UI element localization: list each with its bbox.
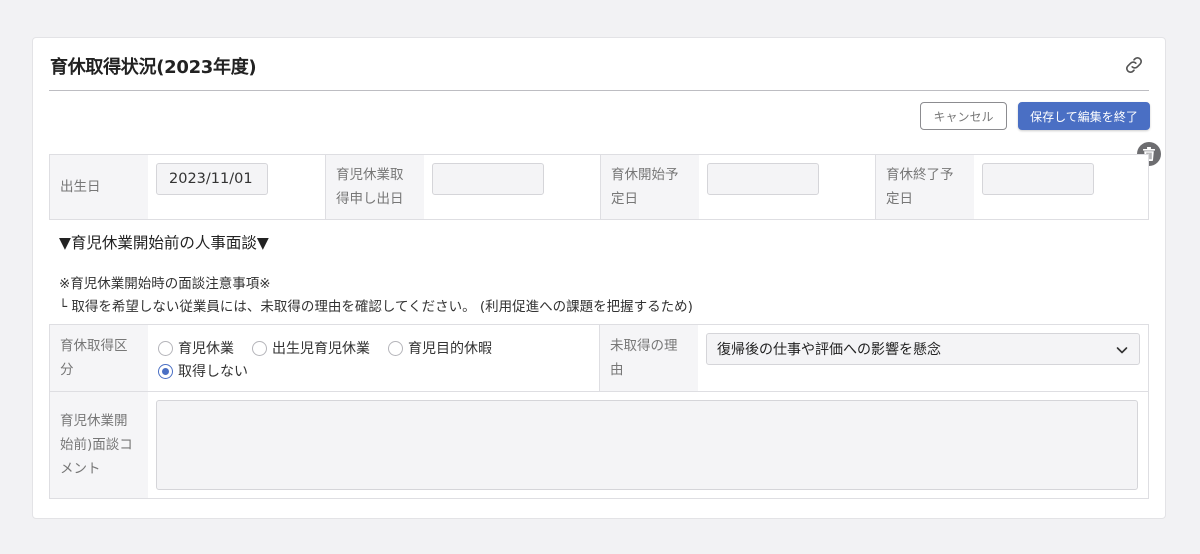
interview-note-body: └ 取得を希望しない従業員には、未取得の理由を確認してください。 (利用促進への… [59,299,693,315]
leave-type-label: 育休取得区分 [50,325,148,391]
comment-row: 育児休業開始前)面談コメント [49,391,1149,499]
interview-heading: ▼育児休業開始前の人事面談▼ [59,234,269,252]
end-date-label: 育休終了予定日 [875,155,974,219]
chevron-down-icon [1116,347,1128,354]
leave-type-row: 育休取得区分 育児休業 出生児育児休業 育児目的休暇 取得しない 未取得の理由 … [49,324,1149,392]
request-date-input[interactable] [432,163,544,195]
radio-circle[interactable] [158,340,173,356]
leave-type-radio-group: 育児休業 出生児育児休業 育児目的休暇 取得しない [148,325,599,391]
comment-label: 育児休業開始前)面談コメント [50,392,148,498]
cancel-button[interactable]: キャンセル [920,102,1007,130]
end-date-input[interactable] [982,163,1094,195]
reason-label: 未取得の理由 [599,325,698,391]
save-and-finish-button[interactable]: 保存して編集を終了 [1018,102,1150,130]
interview-note-title: ※育児休業開始時の面談注意事項※ [59,276,271,292]
radio-postnatal-leave[interactable]: 出生児育児休業 [252,338,370,358]
end-date-cell [974,155,1148,219]
radio-label: 育児目的休暇 [408,341,492,357]
comment-textarea[interactable] [156,400,1138,490]
leave-status-panel: 育休取得状況(2023年度) キャンセル 保存して編集を終了 出生日 2023/… [32,37,1166,519]
radio-label: 取得しない [178,364,248,380]
comment-cell [148,392,1148,498]
request-date-label: 育児休業取得申し出日 [325,155,424,219]
radio-childcare-leave[interactable]: 育児休業 [158,338,234,358]
panel-title: 育休取得状況(2023年度) [50,57,257,78]
birth-date-cell: 2023/11/01 [148,155,325,219]
radio-label: 育児休業 [178,341,234,357]
reason-select[interactable]: 復帰後の仕事や評価への影響を懸念 [706,333,1140,365]
radio-childcare-purpose-leave[interactable]: 育児目的休暇 [388,338,492,358]
title-divider [49,90,1149,91]
start-date-label: 育休開始予定日 [600,155,699,219]
radio-circle-selected[interactable] [158,363,173,379]
link-icon[interactable] [1123,54,1145,76]
start-date-input[interactable] [707,163,819,195]
birth-date-input[interactable]: 2023/11/01 [156,163,268,195]
request-date-cell [424,155,600,219]
radio-circle[interactable] [252,340,267,356]
birth-date-label: 出生日 [50,155,148,219]
radio-circle[interactable] [388,340,403,356]
start-date-cell [699,155,875,219]
dates-row: 出生日 2023/11/01 育児休業取得申し出日 育休開始予定日 育休終了予定… [49,154,1149,220]
radio-not-taken[interactable]: 取得しない [158,361,248,381]
reason-select-value: 復帰後の仕事や評価への影響を懸念 [717,342,941,358]
radio-label: 出生児育児休業 [272,341,370,357]
